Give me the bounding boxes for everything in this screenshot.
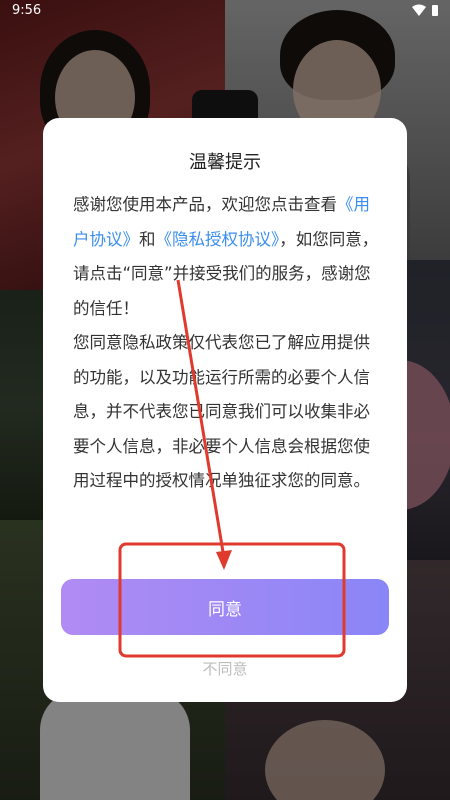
dialog-privacy-paragraph: 您同意隐私政策仅代表您已了解应用提供的功能，以及功能运行所需的必要个人信息，并不… (73, 333, 370, 490)
dialog-and-text: 和 (139, 229, 156, 249)
battery-icon (432, 4, 438, 16)
status-icons (412, 4, 438, 16)
status-time: 9:56 (12, 3, 42, 18)
disagree-button[interactable]: 不同意 (43, 658, 407, 679)
privacy-agreement-link[interactable]: 《隐私授权协议》 (156, 230, 280, 249)
dialog-title: 温馨提示 (189, 152, 261, 173)
wifi-icon (412, 4, 426, 16)
dialog-intro-text: 感谢您使用本产品，欢迎您点击查看 (73, 195, 337, 214)
dialog-body: 感谢您使用本产品，欢迎您点击查看《用户协议》和《隐私授权协议》，如您同意，请点击… (73, 188, 379, 499)
status-bar: 9:56 (0, 0, 450, 22)
privacy-dialog: 温馨提示 感谢您使用本产品，欢迎您点击查看《用户协议》和《隐私授权协议》，如您同… (43, 118, 407, 702)
agree-button[interactable]: 同意 (61, 579, 389, 635)
